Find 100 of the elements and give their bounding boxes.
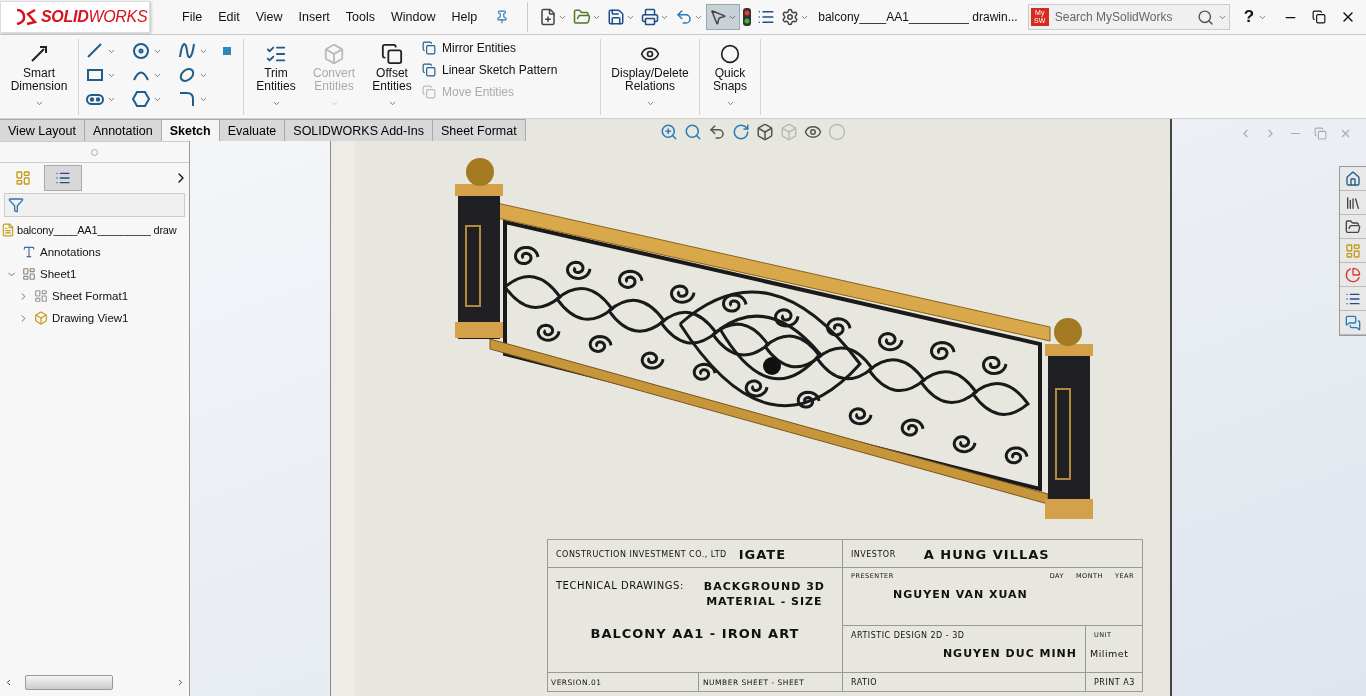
drawings-subject: BACKGROUND 3D <box>703 580 825 593</box>
offset-icon <box>381 43 403 65</box>
scroll-right-icon[interactable] <box>176 678 185 687</box>
feature-tree-icon <box>15 170 31 186</box>
logo-mark-icon <box>15 8 37 26</box>
smart-dimension-button[interactable]: Smart Dimension <box>6 39 72 115</box>
menu-item[interactable]: Window <box>391 10 436 24</box>
menu-item[interactable]: File <box>182 10 203 24</box>
design-label: ARTISTIC DESIGN 2D - 3D <box>851 631 965 640</box>
move-icon <box>422 85 436 99</box>
pattern-icon <box>422 63 436 77</box>
ellipse-icon <box>177 65 197 85</box>
view-palette-icon[interactable] <box>1345 242 1361 259</box>
scroll-left-icon[interactable] <box>4 678 13 687</box>
undo-icon[interactable] <box>675 8 694 26</box>
restore-icon[interactable] <box>1312 10 1327 24</box>
drawings-subject: MATERIAL - SIZE <box>706 595 823 608</box>
relations-button[interactable]: Display/Delete Relations <box>607 39 693 115</box>
menu-item[interactable]: Insert <box>298 10 330 24</box>
help-button[interactable]: ? <box>1243 7 1255 27</box>
ribbon-tab[interactable]: Sketch <box>161 119 220 141</box>
ratio-label: RATIO <box>851 677 878 687</box>
caret-icon[interactable] <box>34 99 44 108</box>
hide-show-icon[interactable] <box>804 123 822 141</box>
ribbon-tab[interactable]: View Layout <box>0 119 85 141</box>
search-icon[interactable] <box>1196 8 1214 26</box>
menu-item[interactable]: View <box>255 10 283 24</box>
document-title: balcony____AA1_________ drawin... <box>818 10 1018 24</box>
snap-target-icon <box>720 44 740 64</box>
zoom-area-icon[interactable] <box>684 123 702 141</box>
tree-item[interactable]: Sheet Format1 <box>52 290 129 302</box>
scroll-thumb[interactable] <box>25 675 113 690</box>
annotations-folder-icon <box>22 245 36 259</box>
offset-entities-button[interactable]: Offset Entities <box>366 39 418 115</box>
pie-chart-icon[interactable] <box>1345 266 1361 283</box>
menu-item[interactable]: Help <box>451 10 478 24</box>
spline-icon <box>177 41 197 61</box>
home-icon[interactable] <box>1345 170 1361 187</box>
rotate-icon[interactable] <box>732 123 750 141</box>
search-input[interactable]: Search MySolidWorks <box>1052 9 1193 25</box>
chat-icon[interactable] <box>1345 314 1361 331</box>
quick-snaps-button[interactable]: Quick Snaps <box>706 39 754 115</box>
sketch-command[interactable]: Mirror Entities <box>422 39 594 57</box>
drawings-label: TECHNICAL DRAWINGS: <box>556 580 684 591</box>
tree-item[interactable]: Sheet1 <box>40 268 77 280</box>
company-label: CONSTRUCTION INVESTMENT CO., LTD <box>556 549 727 559</box>
cube-icon <box>323 43 345 65</box>
folder-icon[interactable] <box>1345 218 1361 235</box>
new-file-icon[interactable] <box>539 8 558 26</box>
property-list-icon <box>55 170 71 186</box>
menu-item[interactable]: Edit <box>218 10 240 24</box>
previous-view-icon[interactable] <box>708 123 726 141</box>
horizontal-scrollbar[interactable] <box>4 675 185 690</box>
tree-item[interactable]: Drawing View1 <box>52 312 129 324</box>
unit-value: Milimet <box>1090 648 1129 659</box>
tree-item[interactable]: balcony____AA1_________ draw <box>17 224 177 236</box>
designer-name: NGUYEN DUC MINH <box>942 647 1077 660</box>
eye-icon <box>640 44 660 64</box>
ribbon-tab[interactable]: SOLIDWORKS Add-Ins <box>285 119 433 141</box>
caret-icon[interactable] <box>387 99 397 108</box>
mirror-icon <box>422 41 436 55</box>
investor-name: A HUNG VILLAS <box>923 546 1050 562</box>
tree-item[interactable]: Annotations <box>40 246 101 258</box>
open-folder-icon[interactable] <box>573 8 592 26</box>
save-icon[interactable] <box>607 8 626 26</box>
cursor-icon <box>709 8 728 26</box>
printer-icon[interactable] <box>641 8 660 26</box>
books-icon[interactable] <box>1345 194 1361 211</box>
caret-icon[interactable] <box>725 99 735 108</box>
presenter-name: NGUYEN VAN XUAN <box>893 588 1028 601</box>
sheet-format-icon <box>34 289 48 303</box>
display-style-icon[interactable] <box>780 123 798 141</box>
sketch-command[interactable]: Linear Sketch Pattern <box>422 61 594 79</box>
filter-field[interactable] <box>4 193 185 217</box>
ribbon-tab[interactable]: Sheet Format <box>432 119 526 141</box>
caret-icon[interactable] <box>271 99 281 108</box>
zoom-to-fit-icon[interactable] <box>660 123 678 141</box>
view-orientation-icon[interactable] <box>756 123 774 141</box>
company-name: IGATE <box>738 546 786 562</box>
ribbon-tab[interactable]: Evaluate <box>219 119 286 141</box>
select-button[interactable] <box>706 4 741 30</box>
drawing-view-icon <box>34 311 48 325</box>
circle-icon <box>131 41 151 61</box>
file-properties-icon[interactable] <box>757 8 776 26</box>
settings-icon[interactable] <box>781 8 800 26</box>
trim-entities-button[interactable]: Trim Entities <box>250 39 302 115</box>
project-title: BALCONY AA1 - IRON ART <box>590 626 800 641</box>
sheet-icon <box>22 267 36 281</box>
fillet-icon <box>177 89 197 109</box>
caret-icon[interactable] <box>645 99 655 108</box>
traffic-light-icon[interactable] <box>743 8 752 26</box>
appearance-icon[interactable] <box>828 123 846 141</box>
filter-icon <box>8 197 24 213</box>
app-logo-text: SOLIDWORKS <box>41 8 148 26</box>
print-size-label: PRINT A3 <box>1094 677 1135 687</box>
menu-item[interactable]: Tools <box>345 10 376 24</box>
ribbon-tab[interactable]: Annotation <box>84 119 162 141</box>
pin-icon[interactable] <box>495 10 510 24</box>
panel-tab[interactable] <box>44 165 82 191</box>
investor-label: INVESTOR <box>851 549 896 559</box>
